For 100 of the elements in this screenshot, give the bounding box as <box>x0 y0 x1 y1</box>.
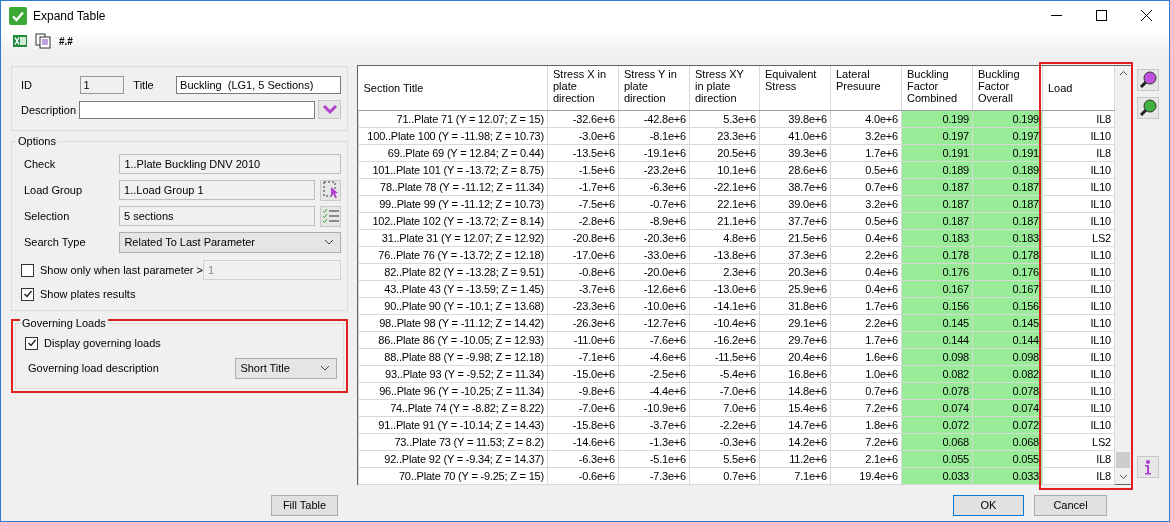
table-cell: 0.7e+6 <box>830 178 902 195</box>
table-cell: 1.7e+6 <box>830 331 902 348</box>
table-cell: -8.1e+6 <box>618 127 690 144</box>
table-cell: -10.4e+6 <box>689 314 760 331</box>
table-cell: -26.3e+6 <box>547 314 619 331</box>
column-header[interactable]: Lateral Presuure <box>830 66 902 110</box>
table-cell: -2.5e+6 <box>618 365 690 382</box>
table-cell: IL10 <box>1042 280 1115 297</box>
table-cell: -14.6e+6 <box>547 433 619 450</box>
column-header[interactable]: Equivalent Stress <box>759 66 831 110</box>
table-cell: IL10 <box>1042 314 1115 331</box>
table-cell: 14.2e+6 <box>759 433 831 450</box>
table-cell: IL8 <box>1042 450 1115 467</box>
input-field[interactable]: 1..Plate Buckling DNV 2010 <box>119 154 341 174</box>
table-cell: 86..Plate 86 (Y = -10.05; Z = 12.93) <box>358 331 548 348</box>
table-cell: -0.6e+6 <box>547 467 619 484</box>
table-cell: 0.5e+6 <box>830 212 902 229</box>
table-cell: -3.0e+6 <box>547 127 619 144</box>
table-cell: -2.2e+6 <box>689 416 760 433</box>
table-cell: 0.4e+6 <box>830 263 902 280</box>
input-field[interactable]: Buckling (LG1, 5 Sections) <box>176 75 341 94</box>
table-cell: -10.0e+6 <box>618 297 690 314</box>
checkbox[interactable] <box>25 336 38 350</box>
table-cell: 39.3e+6 <box>759 144 831 161</box>
dropdown-button[interactable] <box>318 100 341 119</box>
copy-icon[interactable] <box>35 33 51 49</box>
pick-button[interactable] <box>320 179 341 201</box>
table-cell: IL10 <box>1042 263 1115 280</box>
table-cell: -20.3e+6 <box>618 229 690 246</box>
table-cell: IL8 <box>1042 144 1115 161</box>
scrollbar[interactable] <box>1115 66 1131 484</box>
table-cell: 20.3e+6 <box>759 263 831 280</box>
close-icon[interactable] <box>1141 10 1152 21</box>
table-cell: IL10 <box>1042 127 1115 144</box>
dropdown[interactable]: Related To Last Parameter <box>119 231 341 253</box>
table-cell: 0.4e+6 <box>830 280 902 297</box>
table-cell: 31..Plate 31 (Y = 12.07; Z = 12.92) <box>358 229 548 246</box>
magnifier-icon[interactable] <box>1137 69 1159 91</box>
checklist-icon <box>321 208 340 224</box>
table-cell: -15.0e+6 <box>547 365 619 382</box>
fill-table-button[interactable]: Fill Table <box>271 494 338 516</box>
column-header[interactable]: Section Title <box>358 66 548 110</box>
table-cell: 41.0e+6 <box>759 127 831 144</box>
table-cell: 7.0e+6 <box>689 399 760 416</box>
table-cell: 19.4e+6 <box>830 467 902 484</box>
table-cell: 2.3e+6 <box>689 263 760 280</box>
scrollbar-thumb[interactable] <box>1116 452 1130 468</box>
table-cell: 38.7e+6 <box>759 178 831 195</box>
table-cell: LS2 <box>1042 433 1115 450</box>
column-header[interactable]: Stress XY in plate direction <box>689 66 760 110</box>
table-cell: 0.7e+6 <box>689 467 760 484</box>
table-cell: 92..Plate 92 (Y = -9.34; Z = 14.37) <box>358 450 548 467</box>
table-cell: -7.3e+6 <box>618 467 690 484</box>
table-cell: -23.3e+6 <box>547 297 619 314</box>
table-cell: 2.2e+6 <box>830 246 902 263</box>
field-label: Title <box>133 78 155 91</box>
number-format-button[interactable]: #.# <box>59 35 73 47</box>
table-cell: -5.1e+6 <box>618 450 690 467</box>
input-field: 1 <box>203 260 341 280</box>
column-header[interactable]: Load <box>1042 66 1115 110</box>
maximize-icon[interactable] <box>1096 10 1107 21</box>
dropdown[interactable]: Short Title <box>235 357 337 379</box>
column-header[interactable]: Buckling Factor Combined <box>901 66 973 110</box>
table-cell: -9.8e+6 <box>547 382 619 399</box>
magnifier-icon[interactable] <box>1137 97 1159 119</box>
table-cell: 4.8e+6 <box>689 229 760 246</box>
scroll-up-icon[interactable] <box>1118 70 1128 76</box>
column-header[interactable]: Stress Y in plate direction <box>618 66 690 110</box>
table-cell: 2.2e+6 <box>830 314 902 331</box>
group-title: Options <box>16 135 58 147</box>
table-cell: 31.8e+6 <box>759 297 831 314</box>
field-label: Governing load description <box>27 362 160 374</box>
window-title: Expand Table <box>33 8 107 23</box>
table-cell: 3.2e+6 <box>830 195 902 212</box>
table-cell: 71..Plate 71 (Y = 12.07; Z = 15) <box>358 110 548 127</box>
column-header[interactable]: Buckling Factor Overall <box>972 66 1043 110</box>
spreadsheet-icon[interactable] <box>13 34 27 48</box>
table-cell: -8.9e+6 <box>618 212 690 229</box>
table-cell: 39.0e+6 <box>759 195 831 212</box>
cancel-button[interactable]: Cancel <box>1034 494 1107 516</box>
checkbox[interactable] <box>21 287 34 301</box>
scroll-down-icon[interactable] <box>1118 474 1128 480</box>
input-field[interactable]: 1..Load Group 1 <box>119 180 316 200</box>
ok-button[interactable]: OK <box>953 494 1024 516</box>
table-cell: 39.8e+6 <box>759 110 831 127</box>
list-button[interactable] <box>320 205 341 227</box>
field-label: Selection <box>23 210 71 222</box>
table-cell: -10.9e+6 <box>618 399 690 416</box>
table-cell: -32.6e+6 <box>547 110 619 127</box>
input-field[interactable]: 1 <box>79 75 125 94</box>
input-field[interactable]: 5 sections <box>119 206 316 226</box>
table-cell: -11.5e+6 <box>689 348 760 365</box>
table-cell: -22.1e+6 <box>689 178 760 195</box>
table-cell: IL10 <box>1042 382 1115 399</box>
column-header[interactable]: Stress X in plate direction <box>547 66 619 110</box>
info-icon[interactable] <box>1137 456 1159 478</box>
table-cell: IL10 <box>1042 399 1115 416</box>
table-cell: 76..Plate 76 (Y = -13.72; Z = 12.18) <box>358 246 548 263</box>
checkbox-label: Show only when last parameter > <box>40 264 203 276</box>
input-field[interactable] <box>79 100 316 119</box>
